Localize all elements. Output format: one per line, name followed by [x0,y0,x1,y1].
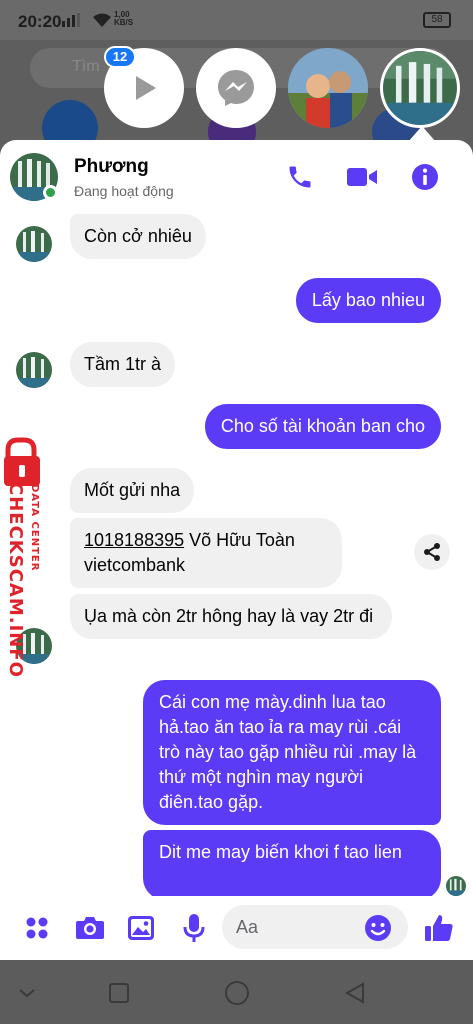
chat-header: Phương Đang hoạt động [0,140,473,214]
voice-call-button[interactable] [283,160,317,194]
message-outgoing[interactable]: Dit me may biến khơi f tao lien [143,830,441,896]
like-button[interactable] [423,912,455,944]
video-camera-icon [347,168,377,186]
info-icon [412,164,438,190]
contact-chat-head-phuong[interactable] [380,48,460,128]
nav-recents-button[interactable] [104,978,134,1008]
contact-chat-head-photo[interactable] [288,48,368,128]
camera-button[interactable] [74,912,106,944]
info-button[interactable] [408,160,442,194]
status-time: 20:20 [18,12,62,31]
contact-name[interactable]: Phương [74,156,149,178]
system-navigation-bar [0,960,473,1024]
sender-avatar [16,226,52,262]
message-incoming-account[interactable]: 1018188395 Võ Hữu Toàn vietcombank [70,518,342,588]
nav-home-button[interactable] [222,978,252,1008]
camera-icon [76,917,104,939]
sim-icon [62,13,88,30]
voice-record-button[interactable] [178,912,210,944]
online-status-dot [43,185,58,200]
message-outgoing[interactable]: Lấy bao nhieu [295,278,441,323]
message-outgoing[interactable]: Cho số tài khoản ban cho [204,404,441,449]
image-icon [128,916,154,940]
watermark-brand: CHECKSCAM.INFO [5,482,26,678]
net-speed: 1,00 KB/S [114,10,134,27]
waterfall-avatar-icon [16,352,52,388]
circle-icon [225,981,249,1005]
thumbs-up-icon [425,915,453,941]
checkscam-watermark: CHECKSCAM.INFO DATA CENTER [0,436,56,678]
messenger-icon [218,70,254,106]
chevron-down-icon [19,989,35,998]
square-icon [109,983,129,1003]
message-incoming[interactable]: Mốt gửi nha [70,468,195,513]
seen-avatar [446,876,466,896]
waterfall-avatar-icon [446,876,466,896]
watermark-subtitle: DATA CENTER [29,484,40,572]
smiley-icon [365,915,391,941]
play-icon [136,76,156,100]
background-search-placeholder: Tìm [72,58,100,75]
message-composer: Aa [0,896,473,960]
gallery-button[interactable] [125,912,157,944]
notification-badge: 12 [104,46,136,68]
contact-photo-icon [288,48,368,128]
video-call-button[interactable] [345,160,379,194]
message-incoming[interactable]: Tầm 1tr à [70,342,176,387]
waterfall-avatar-icon [383,51,457,125]
back-triangle-icon [344,982,364,1004]
share-icon [424,543,440,561]
message-incoming[interactable]: Còn cở nhiêu [70,214,206,259]
microphone-icon [183,914,205,942]
message-list[interactable]: Còn cở nhiêu Lấy bao nhieu Tầm 1tr à Cho… [0,214,473,896]
battery-indicator: 58 [423,12,451,28]
message-incoming[interactable]: Ụa mà còn 2tr hông hay là vay 2tr đi [70,594,392,639]
emoji-button[interactable] [362,912,394,944]
chat-panel: Phương Đang hoạt động Còn cở nhiêu Lấy b… [0,140,473,960]
sender-avatar [16,352,52,388]
contact-status: Đang hoạt động [74,183,174,199]
status-bar: 20:20 1,00 KB/S 58 [0,0,473,40]
account-number-link[interactable]: 1018188395 [84,530,184,550]
phone-icon [289,166,311,188]
share-button[interactable] [414,534,450,570]
nav-back-button[interactable] [340,978,370,1008]
messenger-chat-head[interactable] [196,48,276,128]
menu-button[interactable] [21,912,53,944]
grid-dots-icon [26,917,48,939]
waterfall-avatar-icon [16,226,52,262]
wifi-icon [92,12,112,31]
nav-collapse-button[interactable] [12,978,42,1008]
message-outgoing[interactable]: Cái con mẹ mày.dinh lua tao hả.tao ăn ta… [143,680,441,825]
message-input-placeholder: Aa [236,917,259,937]
